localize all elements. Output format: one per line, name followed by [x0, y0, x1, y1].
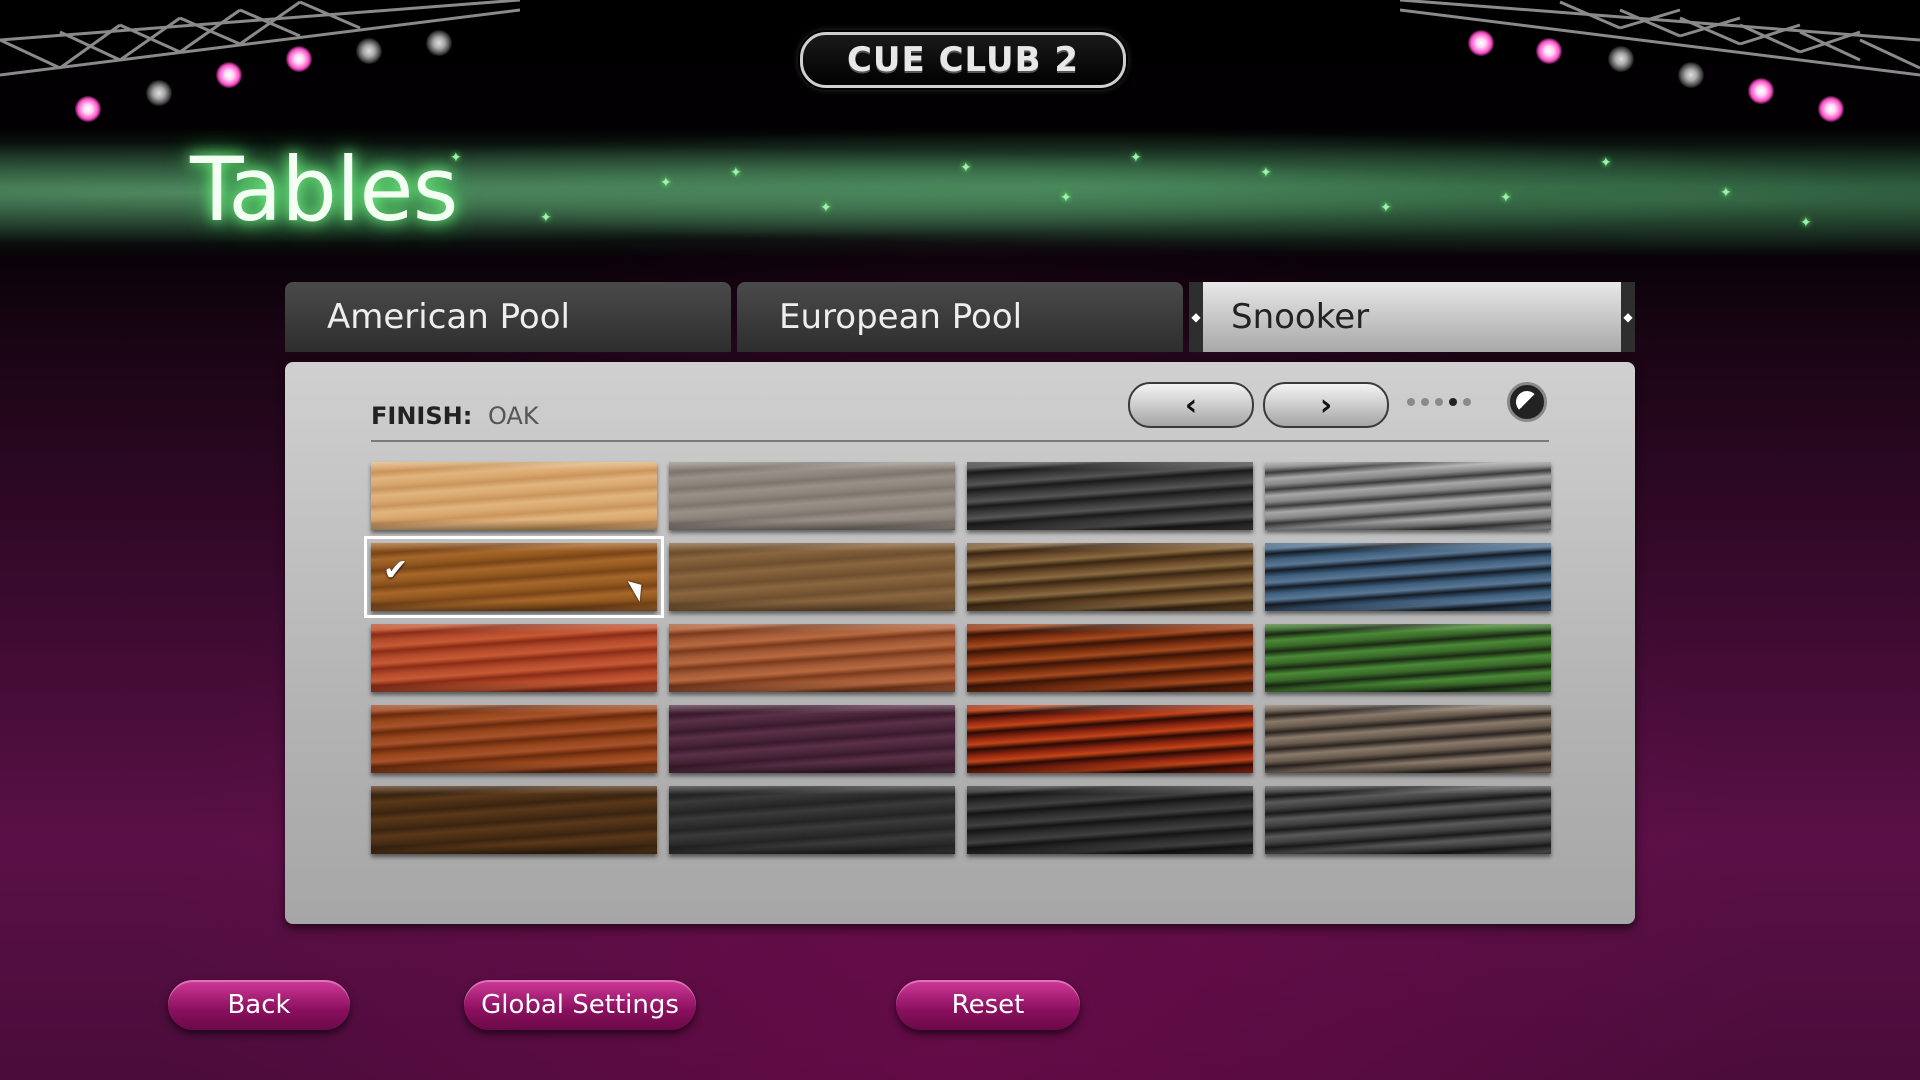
page-indicator — [1407, 398, 1471, 406]
page-dot — [1435, 398, 1443, 406]
spotlight-icon — [426, 30, 452, 56]
spotlight-icon — [1608, 46, 1634, 72]
reset-button[interactable]: Reset — [896, 980, 1080, 1030]
finish-swatch-black-marble[interactable] — [967, 462, 1253, 530]
prev-page-button[interactable]: ‹ — [1128, 382, 1254, 428]
game-type-tabs: American Pool European Pool Snooker — [285, 282, 1635, 352]
spotlight-icon — [1748, 78, 1774, 104]
finish-swatch-grey-granite[interactable] — [1265, 462, 1551, 530]
color-toggle-button[interactable] — [1507, 382, 1547, 422]
sparkle-icon: ✦ — [960, 160, 972, 176]
sparkle-icon: ✦ — [1060, 190, 1072, 206]
finish-panel: FINISH: OAK ‹ › ✔ — [285, 362, 1635, 924]
page-title: Tables — [190, 138, 458, 241]
page-dot — [1449, 398, 1457, 406]
sparkle-icon: ✦ — [1800, 215, 1812, 231]
finish-swatch-dark-marble[interactable] — [967, 786, 1253, 854]
spotlight-icon — [75, 96, 101, 122]
back-button[interactable]: Back — [168, 980, 350, 1030]
sparkle-icon: ✦ — [730, 165, 742, 181]
finish-swatch-grid: ✔ — [364, 462, 1551, 854]
finish-swatch-red-brown-marble[interactable] — [967, 624, 1253, 692]
finish-swatch-blue-granite[interactable] — [1265, 543, 1551, 611]
global-settings-button[interactable]: Global Settings — [464, 980, 696, 1030]
tab-snooker[interactable]: Snooker — [1189, 282, 1635, 352]
spotlight-icon — [146, 80, 172, 106]
sparkle-icon: ✦ — [1720, 185, 1732, 201]
spotlight-icon — [1678, 62, 1704, 88]
finish-swatch-cherry[interactable] — [371, 624, 657, 692]
tab-american-pool[interactable]: American Pool — [285, 282, 731, 352]
finish-swatch-walnut-light[interactable] — [669, 543, 955, 611]
finish-row: FINISH: OAK — [371, 402, 539, 430]
page-dot — [1463, 398, 1471, 406]
finish-swatch-mahogany[interactable] — [371, 705, 657, 773]
tab-european-pool[interactable]: European Pool — [737, 282, 1183, 352]
sparkle-icon: ✦ — [540, 210, 552, 226]
sparkle-icon: ✦ — [1380, 200, 1392, 216]
finish-swatch-black-wood[interactable] — [669, 786, 955, 854]
chevron-right-icon: › — [1319, 387, 1333, 423]
sparkle-icon: ✦ — [1130, 150, 1142, 166]
sparkle-icon: ✦ — [1500, 190, 1512, 206]
spotlight-icon — [1468, 30, 1494, 56]
finish-swatch-oak[interactable]: ✔ — [364, 536, 664, 618]
spotlight-icon — [1818, 96, 1844, 122]
page-dot — [1421, 398, 1429, 406]
finish-swatch-grey-wood[interactable] — [669, 462, 955, 530]
finish-swatch-dark-walnut[interactable] — [371, 786, 657, 854]
finish-swatch-light-oak[interactable] — [371, 462, 657, 530]
chevron-left-icon: ‹ — [1184, 387, 1198, 423]
checkmark-icon: ✔ — [383, 553, 409, 588]
finish-swatch-rosewood[interactable] — [669, 624, 955, 692]
finish-label: FINISH: — [371, 402, 473, 430]
sparkle-icon: ✦ — [660, 175, 672, 191]
divider — [371, 440, 1549, 442]
finish-swatch-brown-marble[interactable] — [967, 543, 1253, 611]
game-logo: CUE CLUB 2 — [800, 32, 1126, 88]
next-page-button[interactable]: › — [1263, 382, 1389, 428]
spotlight-icon — [216, 62, 242, 88]
sparkle-icon: ✦ — [820, 200, 832, 216]
finish-swatch-red-marble[interactable] — [967, 705, 1253, 773]
finish-swatch-black-granite[interactable] — [1265, 786, 1551, 854]
page-dot — [1407, 398, 1415, 406]
finish-value: OAK — [487, 402, 539, 430]
sparkle-icon: ✦ — [1600, 155, 1612, 171]
spotlight-icon — [286, 46, 312, 72]
mouse-cursor-icon — [627, 576, 649, 602]
spotlight-icon — [1536, 38, 1562, 64]
spotlight-icon — [356, 38, 382, 64]
finish-swatch-purple-wood[interactable] — [669, 705, 955, 773]
finish-swatch-brown-granite[interactable] — [1265, 705, 1551, 773]
finish-swatch-green-granite[interactable] — [1265, 624, 1551, 692]
sparkle-icon: ✦ — [1260, 165, 1272, 181]
